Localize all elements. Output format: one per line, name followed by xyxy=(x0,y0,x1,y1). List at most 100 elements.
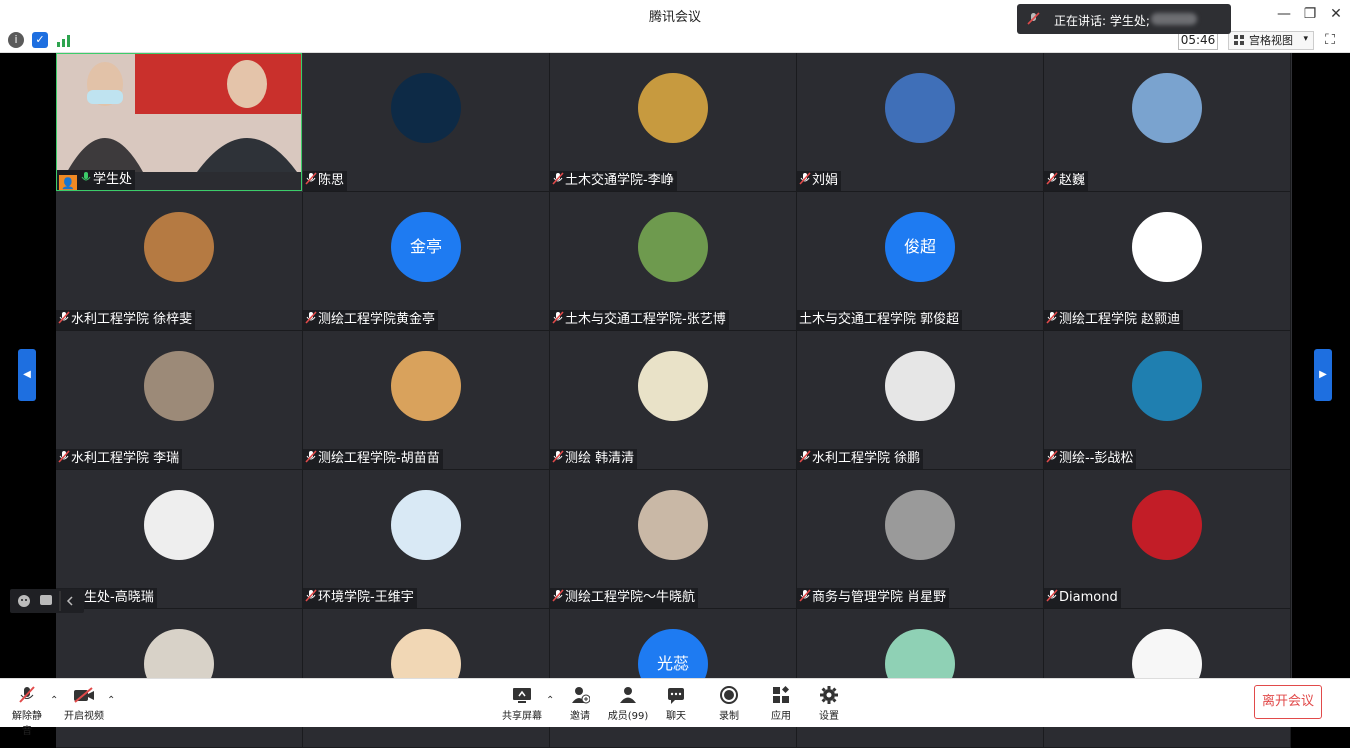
unmute-button[interactable]: 解除静音 xyxy=(8,685,46,737)
participant-avatar xyxy=(1132,73,1202,143)
microphone-muted-icon xyxy=(305,172,317,185)
close-button[interactable]: ✕ xyxy=(1322,4,1350,24)
invite-button[interactable]: 邀请 xyxy=(562,685,598,722)
chat-mini-panel[interactable] xyxy=(10,589,84,613)
participant-avatar xyxy=(1132,490,1202,560)
participant-name-text: 测绘工程学院～牛晓航 xyxy=(565,590,696,605)
microphone-muted-icon xyxy=(799,450,811,463)
record-label: 录制 xyxy=(719,711,739,722)
participant-name-text: 水利工程学院 徐鹏 xyxy=(812,451,921,466)
participant-tile[interactable]: 测绘工程学院-胡苗苗 xyxy=(303,331,550,470)
view-mode-label: 宫格视图 xyxy=(1249,34,1293,47)
record-button[interactable]: 录制 xyxy=(712,685,746,722)
participant-tile[interactable]: 水利工程学院 李瑞 xyxy=(56,331,303,470)
participant-name: 水利工程学院 徐鹏 xyxy=(797,449,924,469)
participant-tile[interactable]: 测绘--彭战松 xyxy=(1044,331,1291,470)
participant-tile[interactable]: 刘娟 xyxy=(797,53,1044,192)
participant-tile[interactable]: 金亭 测绘工程学院黄金亭 xyxy=(303,192,550,331)
microphone-muted-icon xyxy=(305,311,317,324)
info-icon[interactable]: i xyxy=(8,32,24,48)
participant-tile[interactable]: 赵巍 xyxy=(1044,53,1291,192)
participant-tile[interactable]: 俊超土木与交通工程学院 郭俊超 xyxy=(797,192,1044,331)
participant-avatar xyxy=(391,490,461,560)
participant-tile[interactable]: 环境学院-王维宇 xyxy=(303,470,550,609)
participant-tile[interactable]: 学生处-高晓瑞 xyxy=(56,470,303,609)
participant-name: 测绘工程学院黄金亭 xyxy=(303,310,439,330)
participant-tile[interactable]: 水利工程学院 徐鹏 xyxy=(797,331,1044,470)
gear-icon xyxy=(820,686,838,704)
share-screen-button[interactable]: 共享屏幕 xyxy=(500,685,544,722)
participant-avatar xyxy=(638,73,708,143)
leave-meeting-button[interactable]: 离开会议 xyxy=(1254,685,1322,719)
participant-name: 土木与交通工程学院 郭俊超 xyxy=(797,310,963,330)
participant-video xyxy=(57,54,301,172)
members-label: 成员(99) xyxy=(607,711,649,722)
apps-button[interactable]: 应用 xyxy=(764,685,798,722)
microphone-muted-icon xyxy=(305,589,317,602)
participant-name: 👤 学生处 xyxy=(57,170,136,190)
record-icon xyxy=(720,686,738,704)
previous-page-button[interactable]: ◀ xyxy=(18,349,36,401)
participant-name: 刘娟 xyxy=(797,171,842,191)
next-page-button[interactable]: ▶ xyxy=(1314,349,1332,401)
participant-name: 测绘工程学院～牛晓航 xyxy=(550,588,699,608)
participant-avatar xyxy=(885,73,955,143)
chevron-up-icon[interactable]: ⌃ xyxy=(50,695,58,706)
participant-name: 陈思 xyxy=(303,171,348,191)
signal-icon[interactable] xyxy=(56,32,72,48)
minimize-button[interactable]: — xyxy=(1270,4,1298,24)
apps-icon xyxy=(773,686,789,703)
microphone-muted-icon xyxy=(552,172,564,185)
start-video-label: 开启视频 xyxy=(64,711,104,722)
restore-button[interactable]: ❐ xyxy=(1296,4,1324,24)
microphone-muted-icon xyxy=(58,450,70,463)
microphone-muted-icon xyxy=(1046,311,1058,324)
chat-icon xyxy=(668,688,684,704)
participant-tile[interactable]: 土木与交通工程学院-张艺博 xyxy=(550,192,797,331)
participant-name: 测绘--彭战松 xyxy=(1044,449,1137,469)
participant-name-text: 测绘--彭战松 xyxy=(1059,451,1134,466)
participant-name-text: Diamond xyxy=(1059,590,1118,605)
participant-avatar xyxy=(144,351,214,421)
participant-tile[interactable]: 测绘工程学院～牛晓航 xyxy=(550,470,797,609)
chat-label: 聊天 xyxy=(666,711,686,722)
participant-name: Diamond xyxy=(1044,588,1121,608)
microphone-active-icon xyxy=(81,172,91,181)
view-mode-dropdown[interactable]: 宫格视图 ▾ xyxy=(1228,31,1314,50)
participant-name: 水利工程学院 李瑞 xyxy=(56,449,183,469)
participant-name-text: 刘娟 xyxy=(812,173,839,188)
microphone-muted-icon xyxy=(1046,589,1058,602)
chat-button[interactable]: 聊天 xyxy=(658,685,694,722)
participant-tile[interactable]: 👤 学生处 xyxy=(56,53,302,191)
participant-tile[interactable]: 陈思 xyxy=(303,53,550,192)
chevron-up-icon[interactable]: ⌃ xyxy=(107,695,115,706)
start-video-button[interactable]: 开启视频 xyxy=(62,685,106,722)
participant-tile[interactable]: 测绘 韩清清 xyxy=(550,331,797,470)
speaking-indicator: 正在讲话: 学生处; xyxy=(1017,4,1231,34)
participant-avatar xyxy=(638,212,708,282)
share-screen-label: 共享屏幕 xyxy=(502,711,542,722)
microphone-muted-icon xyxy=(305,450,317,463)
participant-name-text: 陈思 xyxy=(318,173,345,188)
security-shield-icon[interactable]: ✓ xyxy=(32,32,48,48)
participant-avatar xyxy=(885,490,955,560)
participant-avatar xyxy=(1132,212,1202,282)
host-icon: 👤 xyxy=(59,175,77,190)
participant-avatar xyxy=(638,351,708,421)
participant-avatar: 俊超 xyxy=(885,212,955,282)
participant-tile[interactable]: 水利工程学院 徐梓斐 xyxy=(56,192,303,331)
fullscreen-button[interactable]: ⛶ xyxy=(1321,31,1339,49)
participant-name-text: 水利工程学院 李瑞 xyxy=(71,451,180,466)
participant-name: 环境学院-王维宇 xyxy=(303,588,417,608)
participant-tile[interactable]: 土木交通学院-李峥 xyxy=(550,53,797,192)
chevron-up-icon[interactable]: ⌃ xyxy=(546,695,554,706)
settings-button[interactable]: 设置 xyxy=(812,685,846,722)
participant-name-text: 水利工程学院 徐梓斐 xyxy=(71,312,193,327)
microphone-muted-icon xyxy=(552,589,564,602)
participant-avatar xyxy=(1132,351,1202,421)
members-button[interactable]: 成员(99) xyxy=(606,685,650,722)
participant-tile[interactable]: 测绘工程学院 赵颢迪 xyxy=(1044,192,1291,331)
share-screen-icon xyxy=(513,688,531,703)
participant-tile[interactable]: Diamond xyxy=(1044,470,1291,609)
participant-tile[interactable]: 商务与管理学院 肖星野 xyxy=(797,470,1044,609)
